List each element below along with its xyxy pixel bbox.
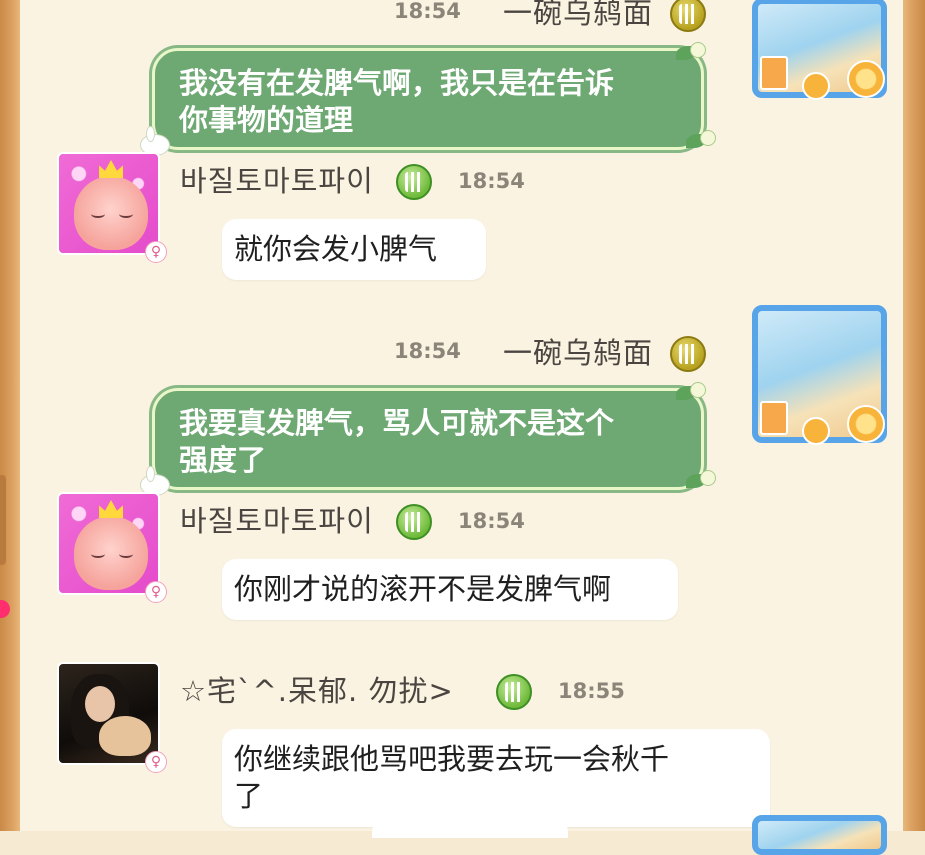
level-badge-icon (396, 164, 432, 200)
right-wood-frame (903, 0, 925, 831)
message-text-line: 就你会发小脾气 (234, 232, 438, 266)
blob-character-icon (74, 516, 148, 590)
sender-name: 바질토마토파이 (180, 164, 374, 198)
sender-name: 一碗乌鸫面 (503, 336, 654, 370)
avatar-frame[interactable] (752, 815, 887, 855)
eye-icon (119, 550, 133, 558)
female-icon: ♀ (145, 581, 167, 603)
received-message-bubble[interactable]: 就你会发小脾气 (222, 219, 486, 280)
juice-icon (760, 401, 788, 435)
eye-icon (119, 210, 133, 218)
message-time: 18:54 (394, 0, 461, 23)
avatar[interactable] (57, 662, 160, 765)
avatar[interactable] (57, 492, 160, 595)
crown-icon (99, 160, 123, 178)
message-text-line: 了 (234, 779, 264, 813)
message-text-line: 强度了 (179, 443, 267, 477)
level-badge-icon (396, 504, 432, 540)
side-drawer-handle[interactable] (0, 475, 6, 565)
sender-name: 一碗乌鸫面 (503, 0, 654, 30)
sent-message-bubble[interactable]: 我要真发脾气，骂人可就不是这个 强度了 (152, 388, 704, 490)
message-time: 18:54 (458, 169, 525, 193)
avatar-frame[interactable] (752, 305, 887, 445)
female-icon: ♀ (145, 751, 167, 773)
message-text-line: 我没有在发脾气啊，我只是在告诉 (179, 66, 615, 100)
leaf-decoration-icon (686, 130, 716, 152)
message-text-line: 你刚才说的滚开不是发脾气啊 (234, 572, 612, 606)
message-text-line: 我要真发脾气，骂人可就不是这个 (179, 406, 615, 440)
eye-icon (91, 210, 105, 218)
orange-icon (802, 417, 830, 445)
sender-name: 바질토마토파이 (180, 504, 374, 538)
sent-message-bubble[interactable]: 我没有在发脾气啊，我只是在告诉 你事物的道理 (152, 48, 704, 150)
leaf-decoration-icon (676, 42, 706, 64)
person-face-icon (85, 686, 115, 722)
sender-name: ☆宅`^.呆郁. 勿扰> (180, 674, 454, 708)
blob-character-icon (74, 176, 148, 250)
level-badge-icon (496, 674, 532, 710)
left-wood-frame (0, 0, 20, 831)
dog-icon (99, 716, 151, 756)
received-message-bubble[interactable]: 你刚才说的滚开不是发脾气啊 (222, 559, 678, 620)
received-message-bubble[interactable]: 你继续跟他骂吧我要去玩一会秋千 了 (222, 729, 770, 827)
female-icon: ♀ (145, 241, 167, 263)
crown-icon (99, 500, 123, 518)
juice-icon (760, 56, 788, 90)
level-badge-icon (670, 336, 706, 372)
message-time: 18:54 (458, 509, 525, 533)
avatar[interactable] (57, 152, 160, 255)
orange-icon (802, 72, 830, 100)
message-text-line: 你事物的道理 (179, 103, 354, 137)
leaf-decoration-icon (676, 382, 706, 404)
orange-icon (847, 60, 885, 98)
partial-message-bubble[interactable] (372, 818, 568, 838)
avatar-frame[interactable] (752, 0, 887, 100)
orange-icon (847, 405, 885, 443)
message-time: 18:54 (394, 339, 461, 363)
message-text-line: 你继续跟他骂吧我要去玩一会秋千 (234, 742, 670, 776)
eye-icon (91, 550, 105, 558)
leaf-decoration-icon (686, 470, 716, 492)
message-time: 18:55 (558, 679, 625, 703)
